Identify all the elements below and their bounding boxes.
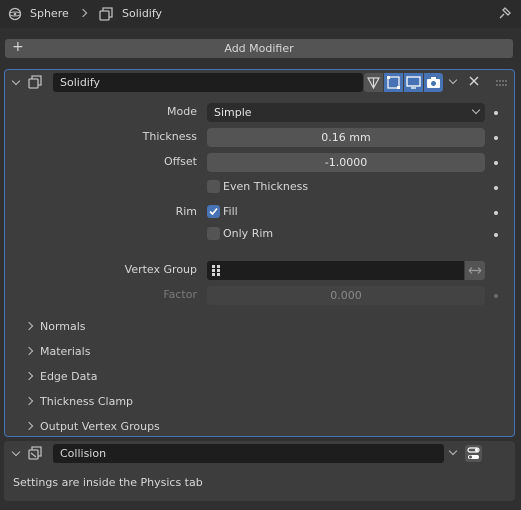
subpanel-thickness-clamp[interactable]: Thickness Clamp (22, 391, 133, 411)
collision-modifier-icon (27, 445, 43, 461)
only-rim-checkbox[interactable] (207, 227, 220, 240)
fill-animate-dot[interactable] (494, 211, 498, 215)
chevron-right-icon (24, 371, 34, 381)
modifier-wrench-icon (98, 6, 114, 22)
thickness-value: 0.16 mm (321, 131, 371, 144)
chevron-right-icon (24, 396, 34, 406)
vertex-group-label: Vertex Group (124, 263, 197, 276)
header-bar (0, 0, 521, 28)
factor-label: Factor (163, 288, 197, 301)
offset-field[interactable]: -1.0000 (207, 153, 485, 172)
fill-checkbox[interactable] (207, 205, 220, 218)
rim-label: Rim (175, 205, 197, 218)
sphere-object-icon (8, 7, 22, 21)
vertex-group-field[interactable] (207, 261, 464, 280)
factor-value: 0.000 (330, 289, 362, 302)
invert-vertex-group-button[interactable] (465, 261, 485, 280)
subpanel-output-vertex-groups[interactable]: Output Vertex Groups (22, 416, 160, 436)
render-camera-button[interactable] (424, 73, 443, 92)
breadcrumb-modifier[interactable]: Solidify (122, 7, 162, 20)
subpanel-thickness-clamp-label: Thickness Clamp (40, 394, 134, 408)
pin-icon[interactable] (498, 6, 512, 20)
breadcrumb-object[interactable]: Sphere (30, 7, 69, 20)
mode-label: Mode (167, 105, 197, 118)
thickness-animate-dot[interactable] (494, 136, 498, 140)
add-modifier-label: Add Modifier (224, 42, 294, 55)
factor-field: 0.000 (207, 286, 485, 305)
collision-info-text: Settings are inside the Physics tab (13, 476, 203, 489)
add-modifier-button[interactable]: + Add Modifier (5, 39, 513, 58)
chevron-right-icon (24, 421, 34, 431)
solidify-modifier-icon (27, 74, 43, 90)
mode-animate-dot[interactable] (494, 111, 498, 115)
even-thickness-checkbox[interactable] (207, 180, 220, 193)
even-thickness-animate-dot[interactable] (494, 186, 498, 190)
offset-label: Offset (163, 155, 197, 168)
remove-modifier-icon[interactable] (468, 75, 480, 87)
fill-label: Fill (223, 205, 238, 218)
factor-animate-dot (494, 294, 498, 298)
modifier-name-field[interactable]: Solidify (53, 73, 363, 92)
vertex-group-icon (211, 264, 224, 277)
subpanel-materials-label: Materials (40, 344, 91, 358)
mode-value: Simple (214, 106, 252, 119)
subpanel-normals[interactable]: Normals (22, 316, 86, 336)
plus-icon: + (12, 39, 24, 55)
mode-dropdown-chevron-icon (471, 105, 481, 115)
chevron-right-icon (24, 346, 34, 356)
only-rim-animate-dot[interactable] (494, 233, 498, 237)
edit-mode-button[interactable] (384, 73, 403, 92)
collision-name-field[interactable]: Collision (53, 444, 444, 463)
collision-toggle-icon[interactable] (465, 445, 482, 462)
edit-mode-cage-button[interactable] (364, 73, 383, 92)
thickness-field[interactable]: 0.16 mm (207, 128, 485, 147)
modifier-name: Solidify (60, 76, 101, 89)
thickness-label: Thickness (142, 130, 197, 143)
collision-name: Collision (60, 447, 107, 460)
drag-handle-icon[interactable] (495, 77, 509, 86)
subpanel-normals-label: Normals (40, 319, 86, 333)
subpanel-output-vertex-groups-label: Output Vertex Groups (40, 419, 160, 433)
chevron-right-icon (24, 321, 34, 331)
mode-dropdown[interactable]: Simple (207, 103, 485, 122)
offset-animate-dot[interactable] (494, 161, 498, 165)
only-rim-label: Only Rim (223, 227, 274, 240)
even-thickness-label: Even Thickness (223, 180, 309, 193)
subpanel-edge-data[interactable]: Edge Data (22, 366, 97, 386)
viewport-display-button[interactable] (404, 73, 423, 92)
subpanel-edge-data-label: Edge Data (40, 369, 98, 383)
offset-value: -1.0000 (324, 156, 368, 169)
subpanel-materials[interactable]: Materials (22, 341, 90, 361)
